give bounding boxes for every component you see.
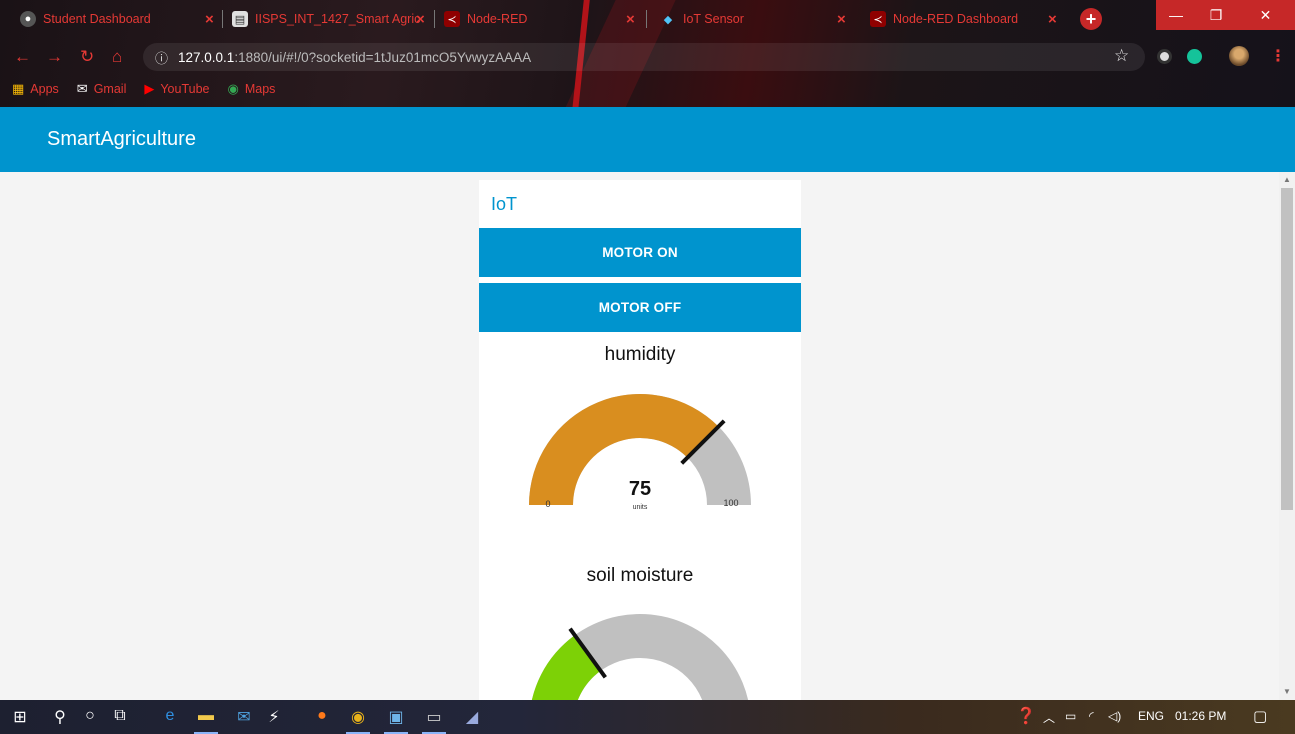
- battery-icon[interactable]: ▭: [1065, 709, 1076, 723]
- avatar[interactable]: [1229, 46, 1249, 66]
- gauge-value: 75: [629, 478, 651, 500]
- app-icon[interactable]: ⚡: [262, 707, 286, 727]
- gauge-max-label: 100: [723, 498, 738, 508]
- node-red-icon: ≺: [870, 11, 886, 27]
- extension-icon[interactable]: [1157, 49, 1172, 64]
- bookmark-label: Apps: [30, 82, 59, 96]
- clock[interactable]: 01:26 PM: [1175, 709, 1226, 723]
- tab-title: Student Dashboard: [43, 12, 151, 26]
- motor-on-button[interactable]: MOTOR ON: [479, 228, 801, 277]
- file-explorer-icon[interactable]: ▬: [194, 707, 218, 734]
- bookmark-label: Gmail: [93, 82, 127, 96]
- volume-icon[interactable]: ◁): [1108, 709, 1121, 723]
- tab-student-dashboard[interactable]: ● Student Dashboard ×: [20, 4, 220, 34]
- cortana-icon[interactable]: ○: [78, 707, 102, 725]
- menu-icon[interactable]: ⋮: [1270, 46, 1286, 66]
- edge-icon[interactable]: e: [158, 707, 182, 725]
- bookmarks-bar: ▦ Apps ✉ Gmail ▶ YouTube ◉ Maps: [12, 78, 293, 100]
- dashboard-header: SmartAgriculture: [0, 107, 1295, 172]
- back-icon[interactable]: ←: [14, 47, 31, 67]
- notification-icon[interactable]: ▢: [1253, 707, 1267, 725]
- forward-icon[interactable]: →: [46, 47, 63, 67]
- restore-button[interactable]: ❐: [1196, 0, 1236, 30]
- chevron-up-icon[interactable]: ︿: [1043, 709, 1055, 726]
- scroll-down-icon[interactable]: ▼: [1283, 687, 1291, 696]
- motor-off-button[interactable]: MOTOR OFF: [479, 283, 801, 332]
- address-bar-row: ← → ↻ ⌂ ⓘ 127.0.0.1 :1880/ui/#!/0?socket…: [0, 42, 1295, 72]
- wifi-icon[interactable]: ◜: [1089, 709, 1094, 723]
- search-icon[interactable]: ⚲: [48, 707, 72, 727]
- url-host: 127.0.0.1: [178, 49, 235, 65]
- mail-icon[interactable]: ✉: [232, 707, 256, 727]
- close-tab-icon[interactable]: ×: [1048, 11, 1057, 28]
- tab-title: Node-RED: [467, 12, 528, 26]
- bookmark-maps[interactable]: ◉ Maps: [227, 81, 275, 97]
- browser-chrome: ● Student Dashboard × ▤ IISPS_INT_1427_S…: [0, 0, 1295, 107]
- globe-icon: ●: [20, 11, 36, 27]
- home-icon[interactable]: ⌂: [112, 47, 122, 67]
- url-path: :1880/ui/#!/0?socketid=1tJuz01mcO5YvwyzA…: [234, 49, 532, 65]
- close-tab-icon[interactable]: ×: [416, 11, 425, 28]
- soil-moisture-gauge-title: soil moisture: [586, 565, 694, 586]
- tab-separator: [434, 10, 435, 28]
- tab-node-red[interactable]: ≺ Node-RED ×: [444, 4, 644, 34]
- photos-icon[interactable]: ▣: [384, 707, 408, 734]
- bookmark-gmail[interactable]: ✉ Gmail: [77, 81, 127, 97]
- tab-strip: ● Student Dashboard × ▤ IISPS_INT_1427_S…: [0, 0, 1150, 38]
- tab-smart-agric[interactable]: ▤ IISPS_INT_1427_Smart Agric ×: [232, 4, 432, 34]
- minimize-button[interactable]: —: [1156, 0, 1196, 30]
- gauge-min-label: 0: [545, 499, 550, 509]
- task-view-icon[interactable]: ⧉: [108, 707, 132, 725]
- scrollbar-thumb[interactable]: [1281, 188, 1293, 510]
- tab-iot-sensor[interactable]: ◆ IoT Sensor ×: [660, 4, 860, 34]
- grammarly-icon[interactable]: [1187, 49, 1202, 64]
- app-icon[interactable]: ◢: [460, 707, 484, 727]
- bookmark-label: YouTube: [160, 82, 210, 96]
- help-icon[interactable]: ❓: [1016, 706, 1036, 726]
- scroll-up-icon[interactable]: ▲: [1283, 175, 1291, 184]
- windows-start-icon[interactable]: ⊞: [8, 707, 32, 727]
- humidity-gauge-title: humidity: [604, 344, 676, 365]
- chrome-icon[interactable]: ◉: [346, 707, 370, 734]
- tab-title: IISPS_INT_1427_Smart Agric: [255, 12, 421, 26]
- tab-separator: [646, 10, 647, 28]
- address-bar[interactable]: ⓘ 127.0.0.1 :1880/ui/#!/0?socketid=1tJuz…: [143, 43, 1145, 71]
- close-tab-icon[interactable]: ×: [205, 11, 214, 28]
- node-red-icon: ≺: [444, 11, 460, 27]
- terminal-icon[interactable]: ▭: [422, 707, 446, 734]
- tab-node-red-dashboard[interactable]: ≺ Node-RED Dashboard ×: [870, 4, 1070, 34]
- group-title: IoT: [491, 194, 518, 214]
- page-title: SmartAgriculture: [47, 128, 196, 150]
- tab-title: Node-RED Dashboard: [893, 12, 1019, 26]
- info-icon[interactable]: ⓘ: [155, 48, 168, 67]
- bookmark-youtube[interactable]: ▶ YouTube: [144, 81, 209, 97]
- reload-icon[interactable]: ↻: [80, 47, 94, 67]
- soil-moisture-gauge-svg: [531, 614, 749, 700]
- bookmark-label: Maps: [244, 82, 276, 96]
- new-tab-button[interactable]: +: [1080, 8, 1102, 30]
- bookmark-apps[interactable]: ▦ Apps: [12, 81, 59, 97]
- bookmark-star-icon[interactable]: ☆: [1114, 46, 1129, 66]
- gmail-icon: ✉: [76, 81, 88, 96]
- close-tab-icon[interactable]: ×: [626, 11, 635, 28]
- youtube-icon: ▶: [144, 81, 155, 96]
- language-indicator[interactable]: ENG: [1138, 709, 1164, 723]
- group-card-iot: IoT MOTOR ON MOTOR OFF humidity 75 units…: [479, 180, 801, 700]
- close-tab-icon[interactable]: ×: [837, 11, 846, 28]
- dashboard-content: IoT MOTOR ON MOTOR OFF humidity 75 units…: [0, 172, 1279, 700]
- tab-title: IoT Sensor: [683, 12, 744, 26]
- scrollbar[interactable]: ▲ ▼: [1279, 172, 1295, 700]
- maps-pin-icon: ◉: [227, 81, 239, 96]
- humidity-gauge-svg: 75 units 0 100: [529, 394, 751, 511]
- document-icon: ▤: [232, 11, 248, 27]
- iot-icon: ◆: [663, 13, 673, 26]
- close-window-button[interactable]: ✕: [1236, 0, 1295, 30]
- gauge-value-arc: [529, 394, 719, 505]
- apps-grid-icon: ▦: [12, 81, 25, 96]
- gauge-units: units: [633, 504, 648, 511]
- firefox-icon[interactable]: ●: [310, 707, 334, 725]
- tab-separator: [222, 10, 223, 28]
- windows-taskbar: ⊞ ⚲ ○ ⧉ e ▬ ✉ ⚡ ● ◉ ▣ ▭ ◢ ❓ ︿ ▭ ◜ ◁) ENG…: [0, 700, 1295, 734]
